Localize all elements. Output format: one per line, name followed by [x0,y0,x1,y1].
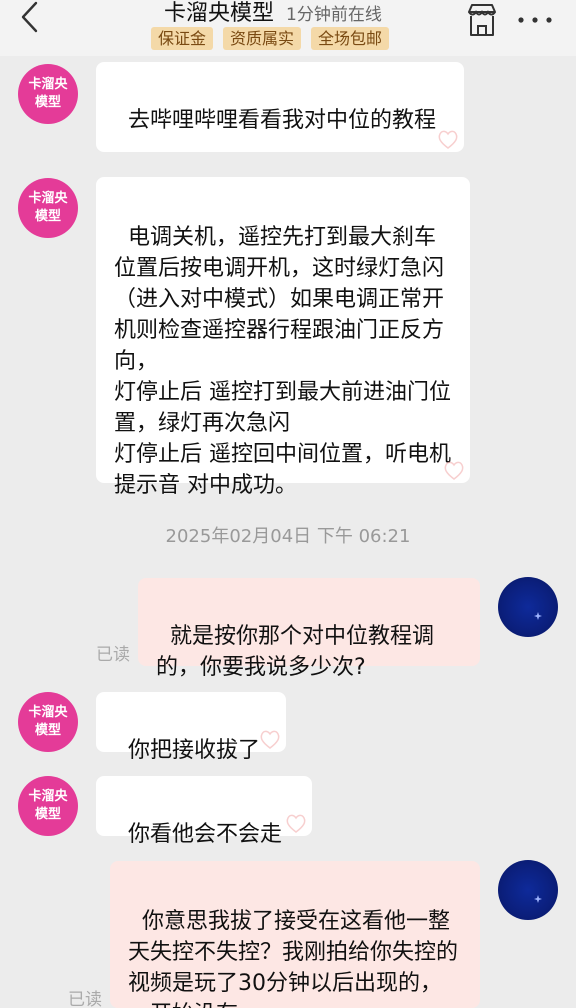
avatar-text-line1: 卡溜央 [28,705,68,720]
avatar-text-line2: 模型 [34,209,61,224]
message-bubble-outgoing[interactable]: 你意思我拔了接受在这看他一整天失控不失控？我刚拍给你失控的视频是玩了30分钟以后… [110,861,480,1008]
online-status: 1分钟前在线 [286,5,382,25]
message-text: 就是按你那个对中位教程调的，你要我说多少次? [156,624,435,680]
message-bubble-incoming[interactable]: 你把接收拔了 [96,692,286,763]
message-text: 你把接收拔了 [128,738,261,763]
badge-free-shipping: 全场包邮 [311,27,390,50]
message-bubble-incoming[interactable]: 电调关机，遥控先打到最大刹车位置后按电调开机，这时绿灯急闪（进入对中模式）如果电… [96,177,470,498]
shop-avatar[interactable]: 卡溜央 模型 [18,64,78,124]
shop-badges: 保证金 资质属实 全场包邮 [151,27,390,50]
shop-avatar[interactable]: 卡溜央 模型 [18,178,78,238]
watermark-icon [438,130,458,149]
chevron-left-icon [21,1,38,33]
shop-name[interactable]: 卡溜央模型 [164,0,274,28]
more-dots-icon [518,17,552,23]
avatar-text-line1: 卡溜央 [28,191,68,206]
read-status: 已读 [96,645,130,665]
my-avatar[interactable] [498,860,558,920]
message-bubble-incoming[interactable]: 去哔哩哔哩看看我对中位的教程 [96,62,464,152]
message-text: 电调关机，遥控先打到最大刹车位置后按电调开机，这时绿灯急闪（进入对中模式）如果电… [114,225,451,498]
avatar-text-line1: 卡溜央 [28,789,68,804]
message-text: 你看他会不会走 [128,822,283,847]
sparkle-icon [534,612,542,620]
avatar-text-line2: 模型 [34,723,61,738]
avatar-text-line2: 模型 [34,95,61,110]
chat-header: 卡溜央模型 1分钟前在线 保证金 资质属实 全场包邮 [0,0,576,56]
my-avatar[interactable] [498,577,558,637]
sparkle-icon [534,895,542,903]
more-button[interactable] [516,6,554,34]
message-text: 你意思我拔了接受在这看他一整天失控不失控？我刚拍给你失控的视频是玩了30分钟以后… [128,909,459,1008]
store-button[interactable] [465,2,499,38]
shop-avatar[interactable]: 卡溜央 模型 [18,776,78,836]
badge-verified: 资质属实 [223,27,302,50]
badge-deposit: 保证金 [151,27,214,50]
watermark-icon [286,814,306,833]
read-status: 已读 [68,990,102,1008]
message-bubble-incoming[interactable]: 你看他会不会走 [96,776,312,847]
store-icon [468,4,496,36]
shop-avatar[interactable]: 卡溜央 模型 [18,692,78,752]
message-bubble-outgoing[interactable]: 就是按你那个对中位教程调的，你要我说多少次? [138,578,480,680]
title-row: 卡溜央模型 1分钟前在线 [164,0,382,30]
avatar-text-line1: 卡溜央 [28,77,68,92]
back-button[interactable] [14,0,48,36]
watermark-icon [444,461,464,480]
chat-timestamp: 2025年02月04日 下午 06:21 [165,526,411,547]
avatar-text-line2: 模型 [34,807,61,822]
message-text: 去哔哩哔哩看看我对中位的教程 [128,108,437,133]
watermark-icon [260,730,280,749]
